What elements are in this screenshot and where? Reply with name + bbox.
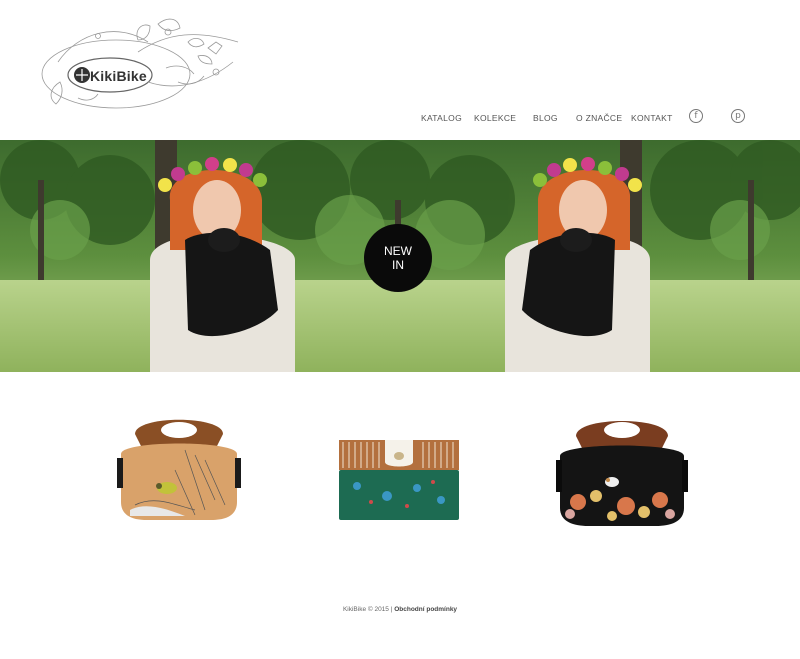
nav-blog[interactable]: BLOG	[533, 113, 558, 123]
pinterest-icon[interactable]: p	[731, 109, 745, 123]
new-in-line2: IN	[392, 258, 404, 272]
nav-kontakt[interactable]: KONTAKT	[631, 113, 673, 123]
handbag-icon	[117, 419, 241, 520]
new-in-line1: NEW	[384, 244, 412, 258]
logo-floral-art	[41, 18, 239, 109]
product-bag-black-floral[interactable]	[556, 412, 688, 528]
footer: KikiBike © 2015 | Obchodní podmínky	[0, 606, 800, 613]
nav-o-znacce[interactable]: O ZNAČCE	[576, 113, 622, 123]
clutch-icon	[339, 440, 459, 520]
logo[interactable]: KikiBike	[38, 12, 244, 116]
product-clutch-green-floral[interactable]	[337, 436, 461, 524]
handbag-icon	[556, 421, 688, 526]
header: KikiBike KATALOG KOLEKCE BLOG O ZNAČCE K…	[0, 0, 800, 140]
logo-text: KikiBike	[90, 68, 147, 84]
nav-katalog[interactable]: KATALOG	[421, 113, 462, 123]
footer-terms-link[interactable]: Obchodní podmínky	[394, 606, 457, 613]
facebook-icon[interactable]: f	[689, 109, 703, 123]
product-bag-orange-bird[interactable]	[115, 410, 243, 522]
footer-copyright: KikiBike © 2015 |	[342, 606, 395, 613]
nav-kolekce[interactable]: KOLEKCE	[474, 113, 516, 123]
new-in-badge[interactable]: NEW IN	[364, 224, 432, 292]
